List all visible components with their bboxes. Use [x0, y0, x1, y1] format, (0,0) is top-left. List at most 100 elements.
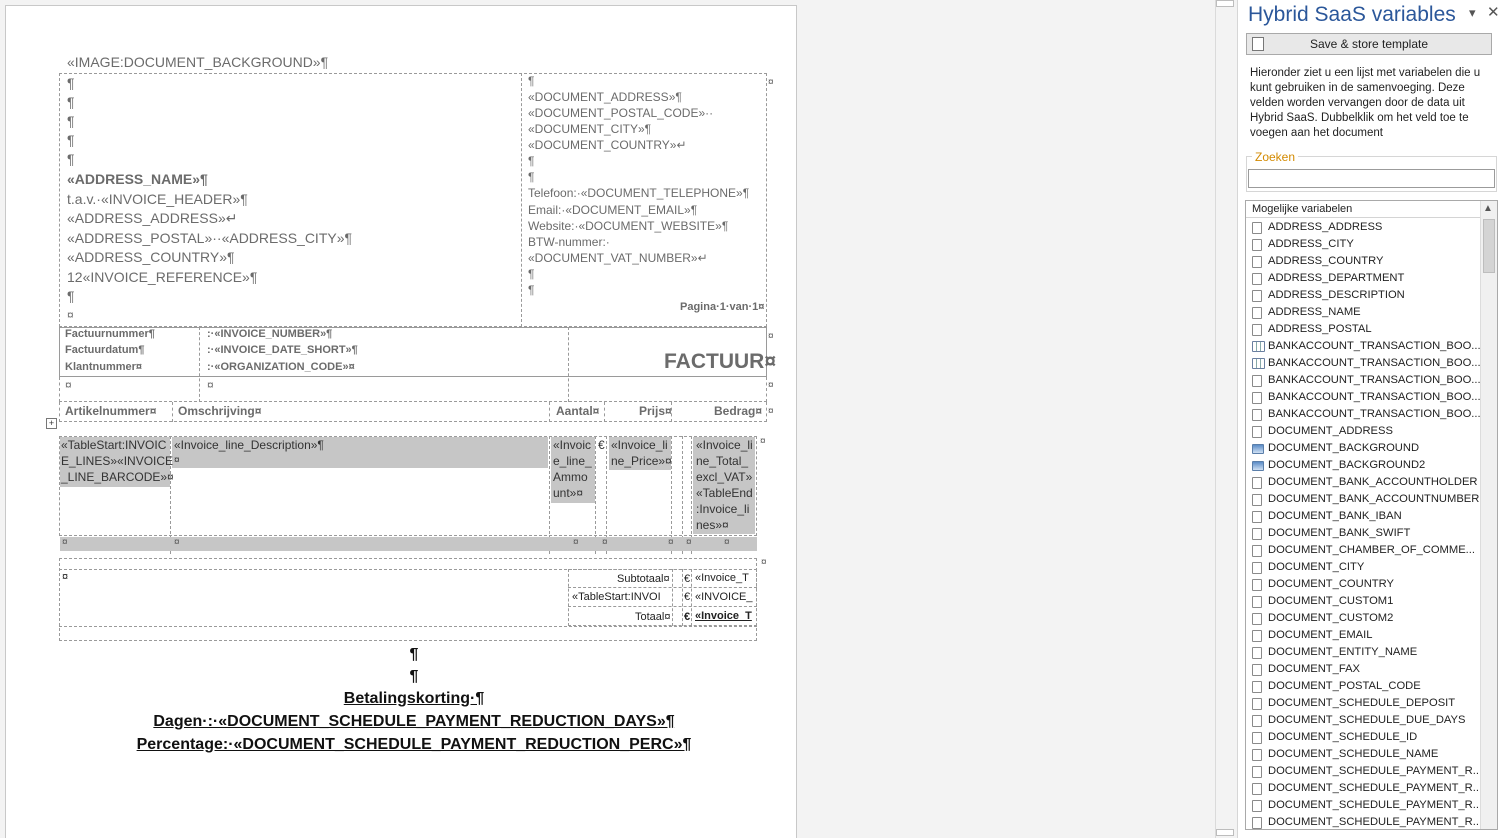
merge-field-icon	[1252, 732, 1262, 744]
document-postal-field[interactable]: «DOCUMENT_POSTAL_CODE»··	[528, 106, 713, 120]
document-country-field[interactable]: «DOCUMENT_COUNTRY»↵	[528, 138, 687, 152]
list-item[interactable]: DOCUMENT_BACKGROUND	[1246, 440, 1482, 457]
invoice-number-field[interactable]: :·«INVOICE_NUMBER»¶	[207, 328, 332, 340]
scroll-up-arrow-icon[interactable]	[1216, 0, 1234, 7]
list-item-label: BANKACCOUNT_TRANSACTION_BOO...	[1268, 340, 1481, 352]
list-item[interactable]: DOCUMENT_SCHEDULE_PAYMENT_R...	[1246, 797, 1482, 814]
list-item[interactable]: DOCUMENT_SCHEDULE_PAYMENT_R...	[1246, 780, 1482, 797]
row-end-mark: ¤	[768, 77, 774, 88]
background-merge-field[interactable]: «IMAGE:DOCUMENT_BACKGROUND»¶	[67, 54, 328, 70]
organization-code-field[interactable]: :·«ORGANIZATION_CODE»¤	[207, 361, 355, 373]
list-item[interactable]: DOCUMENT_ADDRESS	[1246, 423, 1482, 440]
search-input[interactable]	[1248, 169, 1495, 188]
scroll-up-icon[interactable]: ▲	[1483, 203, 1493, 214]
invoice-header-field[interactable]: t.a.v.·«INVOICE_HEADER»¶	[67, 191, 248, 207]
list-item[interactable]: ADDRESS_POSTAL	[1246, 321, 1482, 338]
merge-field-icon	[1252, 511, 1262, 523]
list-item[interactable]: BANKACCOUNT_TRANSACTION_BOO...	[1246, 338, 1482, 355]
list-item[interactable]: ADDRESS_DESCRIPTION	[1246, 287, 1482, 304]
list-item[interactable]: ADDRESS_ADDRESS	[1246, 219, 1482, 236]
list-item[interactable]: DOCUMENT_CHAMBER_OF_COMME...	[1246, 542, 1482, 559]
document-page[interactable]: «IMAGE:DOCUMENT_BACKGROUND»¶ ¤ ¶ ¶ ¶ ¶ ¶…	[5, 5, 797, 838]
cell-end-mark: ¤	[174, 455, 180, 466]
invoice-description-field[interactable]: «Invoice_line_Description»¶	[174, 437, 324, 453]
list-item[interactable]: DOCUMENT_SCHEDULE_DUE_DAYS	[1246, 712, 1482, 729]
total-field[interactable]: «Invoice_T	[695, 610, 752, 622]
invoice-total-field[interactable]: «Invoice_li ne_Total_ excl_VAT» «TableEn…	[696, 437, 753, 533]
address-address-field[interactable]: «ADDRESS_ADDRESS»↵	[67, 210, 237, 227]
list-item[interactable]: BANKACCOUNT_TRANSACTION_BOO...	[1246, 389, 1482, 406]
list-item[interactable]: DOCUMENT_BANK_IBAN	[1246, 508, 1482, 525]
list-item[interactable]: DOCUMENT_BANK_ACCOUNTHOLDER	[1246, 474, 1482, 491]
list-item[interactable]: DOCUMENT_SCHEDULE_ID	[1246, 729, 1482, 746]
document-canvas[interactable]: «IMAGE:DOCUMENT_BACKGROUND»¶ ¤ ¶ ¶ ¶ ¶ ¶…	[0, 0, 1215, 838]
variables-list[interactable]: Mogelijke variabelen ADDRESS_ADDRESS ADDR…	[1245, 200, 1498, 830]
address-postal-city-field[interactable]: «ADDRESS_POSTAL»··«ADDRESS_CITY»¶	[67, 230, 352, 246]
merge-field-icon	[1252, 579, 1262, 591]
document-website-field[interactable]: Website:·«DOCUMENT_WEBSITE»¶	[528, 219, 728, 233]
document-address-field[interactable]: «DOCUMENT_ADDRESS»¶	[528, 90, 682, 104]
list-item[interactable]: DOCUMENT_SCHEDULE_PAYMENT_R...	[1246, 763, 1482, 780]
list-item[interactable]: DOCUMENT_BACKGROUND2	[1246, 457, 1482, 474]
list-item-label: ADDRESS_DEPARTMENT	[1268, 272, 1405, 284]
paragraph-mark: ¶	[67, 151, 75, 167]
list-scrollbar[interactable]: ▲	[1480, 201, 1497, 829]
list-item[interactable]: BANKACCOUNT_TRANSACTION_BOO...	[1246, 355, 1482, 372]
address-country-field[interactable]: «ADDRESS_COUNTRY»¶	[67, 249, 235, 265]
list-item[interactable]: DOCUMENT_FAX	[1246, 661, 1482, 678]
invoice-barcode-field[interactable]: «TableStart:INVOIC E_LINES»«INVOICE _LIN…	[61, 437, 174, 485]
table-move-handle-icon[interactable]: +	[46, 418, 57, 429]
document-email-field[interactable]: Email:·«DOCUMENT_EMAIL»¶	[528, 203, 697, 217]
list-item-label: BANKACCOUNT_TRANSACTION_BOO...	[1268, 357, 1481, 369]
scroll-thumb[interactable]	[1483, 219, 1495, 273]
merge-field-icon	[1252, 664, 1262, 676]
invoice-reference-field[interactable]: 12«INVOICE_REFERENCE»¶	[67, 269, 257, 285]
pane-options-chevron-icon[interactable]: ▾	[1469, 5, 1476, 21]
list-item[interactable]: ADDRESS_CITY	[1246, 236, 1482, 253]
invoice-amount-field[interactable]: «Invoic e_line_ Ammo unt»¤	[553, 437, 592, 501]
totals-divider	[59, 626, 757, 627]
save-store-template-button[interactable]: Save & store template	[1246, 33, 1492, 55]
paragraph-mark: ¶	[528, 267, 535, 281]
column-aantal: Aantal¤	[556, 404, 600, 418]
invoice-date-field[interactable]: :·«INVOICE_DATE_SHORT»¶	[207, 344, 358, 356]
payment-reduction-days-field[interactable]: Dagen·:·«DOCUMENT_SCHEDULE_PAYMENT_REDUC…	[66, 713, 762, 731]
table-field-icon	[1252, 358, 1265, 369]
document-vat-field[interactable]: «DOCUMENT_VAT_NUMBER»↵	[528, 251, 708, 265]
list-item[interactable]: ADDRESS_DEPARTMENT	[1246, 270, 1482, 287]
list-item-label: DOCUMENT_BACKGROUND2	[1268, 459, 1426, 471]
paragraph-mark: ¶	[528, 170, 535, 184]
list-item[interactable]: DOCUMENT_SCHEDULE_DEPOSIT	[1246, 695, 1482, 712]
list-item[interactable]: ADDRESS_NAME	[1246, 304, 1482, 321]
list-item[interactable]: DOCUMENT_BANK_ACCOUNTNUMBER	[1246, 491, 1482, 508]
close-icon[interactable]: ✕	[1487, 3, 1500, 21]
list-item[interactable]: DOCUMENT_ENTITY_NAME	[1246, 644, 1482, 661]
list-item[interactable]: DOCUMENT_SCHEDULE_PAYMENT_R...	[1246, 814, 1482, 829]
document-city-field[interactable]: «DOCUMENT_CITY»¶	[528, 122, 651, 136]
euro-sign: €	[598, 438, 605, 452]
list-item[interactable]: DOCUMENT_BANK_SWIFT	[1246, 525, 1482, 542]
cell-end-mark: ¤	[65, 378, 72, 392]
subtotal-field[interactable]: «Invoice_T	[695, 572, 749, 584]
list-item[interactable]: ADDRESS_COUNTRY	[1246, 253, 1482, 270]
euro-sign: €	[684, 573, 691, 585]
paragraph-mark: ¶	[528, 154, 535, 168]
vat-tablestart-field[interactable]: «TableStart:INVOI	[572, 591, 661, 603]
list-item[interactable]: DOCUMENT_CUSTOM1	[1246, 593, 1482, 610]
list-item[interactable]: DOCUMENT_POSTAL_CODE	[1246, 678, 1482, 695]
list-item[interactable]: DOCUMENT_CITY	[1246, 559, 1482, 576]
list-item[interactable]: DOCUMENT_COUNTRY	[1246, 576, 1482, 593]
vat-value-field[interactable]: «INVOICE_	[695, 591, 752, 603]
list-item-label: DOCUMENT_COUNTRY	[1268, 578, 1394, 590]
list-item[interactable]: DOCUMENT_CUSTOM2	[1246, 610, 1482, 627]
list-item[interactable]: BANKACCOUNT_TRANSACTION_BOO...	[1246, 406, 1482, 423]
document-telephone-field[interactable]: Telefoon:·«DOCUMENT_TELEPHONE»¶	[528, 186, 749, 200]
scroll-down-arrow-icon[interactable]	[1216, 829, 1234, 836]
address-name-field[interactable]: «ADDRESS_NAME»¶	[67, 171, 208, 187]
payment-reduction-perc-field[interactable]: Percentage:·«DOCUMENT_SCHEDULE_PAYMENT_R…	[66, 736, 762, 754]
document-scrollbar[interactable]	[1215, 0, 1234, 838]
list-item[interactable]: BANKACCOUNT_TRANSACTION_BOO...	[1246, 372, 1482, 389]
invoice-price-field[interactable]: «Invoice_li ne_Price»¤	[611, 437, 672, 469]
list-item[interactable]: DOCUMENT_SCHEDULE_NAME	[1246, 746, 1482, 763]
list-item[interactable]: DOCUMENT_EMAIL	[1246, 627, 1482, 644]
